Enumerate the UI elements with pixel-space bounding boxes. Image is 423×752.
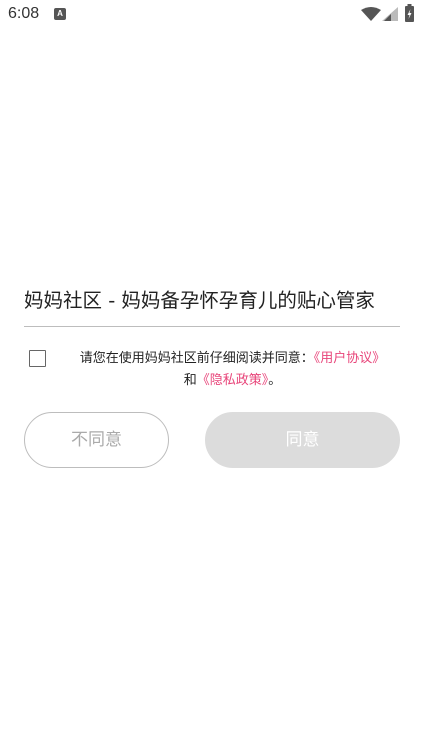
privacy-policy-link[interactable]: 《隐私政策》 [197,373,269,388]
consent-checkbox[interactable] [29,350,46,367]
consent-connector: 和 [183,373,197,388]
consent-prefix: 请您在使用妈妈社区前仔细阅读并同意： [79,351,314,366]
signal-icon [382,7,398,21]
divider [24,326,400,327]
user-agreement-link[interactable]: 《用户协议》 [314,351,386,366]
wifi-icon [361,7,381,21]
consent-text: 请您在使用妈妈社区前仔细阅读并同意：《用户协议》 和《隐私政策》。 [60,348,405,392]
notification-icon: A [54,8,66,20]
disagree-button[interactable]: 不同意 [24,412,169,468]
dialog-title: 妈妈社区 - 妈妈备孕怀孕育儿的贴心管家 [24,289,375,312]
status-time: 6:08 [8,5,40,22]
status-bar: 6:08 A [0,0,423,30]
agree-button[interactable]: 同意 [205,412,400,468]
battery-charging-icon [405,4,414,22]
consent-suffix: 。 [268,373,282,388]
